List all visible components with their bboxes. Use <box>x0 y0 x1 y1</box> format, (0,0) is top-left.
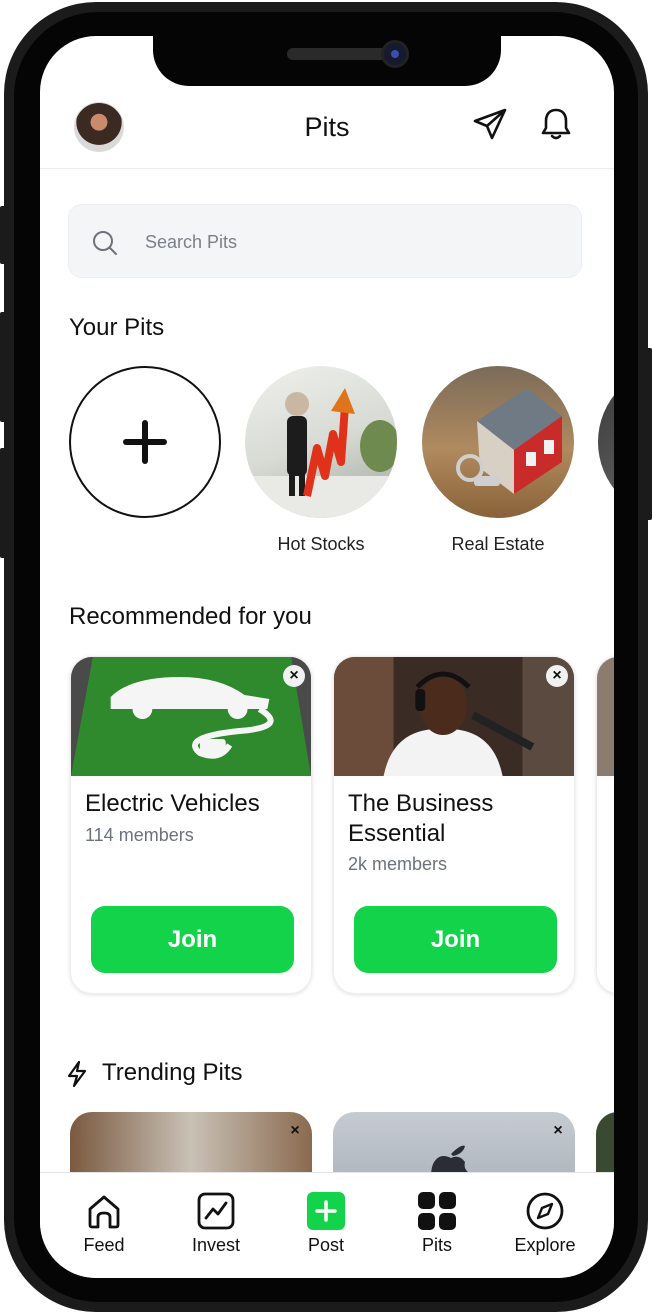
page-title: Pits <box>304 112 350 142</box>
pit-hot-stocks[interactable] <box>245 366 397 518</box>
front-camera <box>381 40 409 68</box>
real-estate-image <box>456 388 562 494</box>
pit-partial[interactable] <box>598 366 614 518</box>
plus-icon <box>123 420 167 464</box>
nav-invest[interactable]: Invest <box>171 1191 261 1256</box>
recommended-title: Recommended for you <box>69 603 312 630</box>
podcast-image <box>334 657 574 776</box>
pit-label-hot-stocks: Hot Stocks <box>277 534 365 554</box>
power-button <box>646 348 652 520</box>
trending-title: Trending Pits <box>102 1059 243 1086</box>
search-placeholder: Search Pits <box>145 232 238 252</box>
nav-explore[interactable]: Explore <box>500 1191 590 1256</box>
card-title: Electric Vehicles <box>85 790 260 817</box>
plus-square-icon <box>307 1192 345 1230</box>
close-icon[interactable]: × <box>547 1120 569 1142</box>
close-icon[interactable]: × <box>283 665 305 687</box>
search-icon <box>93 231 117 255</box>
close-icon[interactable]: × <box>284 1120 306 1142</box>
speaker <box>287 48 393 60</box>
card-image <box>597 657 614 776</box>
pit-real-estate[interactable] <box>422 366 574 518</box>
card-title: The Business Essential <box>348 790 494 847</box>
nav-label: Invest <box>191 1235 241 1255</box>
nav-label: Feed <box>83 1235 125 1255</box>
send-icon[interactable] <box>472 106 508 142</box>
volume-up-button <box>0 312 6 422</box>
recommended-card[interactable]: × The Business Essential 2k members Join <box>333 656 575 994</box>
compass-icon <box>526 1192 564 1230</box>
grid-icon <box>418 1192 456 1230</box>
nav-pits[interactable]: Pits <box>392 1191 482 1256</box>
app-screen: Pits Search Pits Your Pits Hot Stocks Re… <box>40 36 614 1278</box>
bottom-nav: Feed Invest Post Pits Explore <box>40 1172 614 1278</box>
nav-post[interactable]: Post <box>281 1191 371 1256</box>
ev-parking-image <box>71 657 311 776</box>
lightning-icon <box>67 1060 87 1088</box>
search-input[interactable]: Search Pits <box>68 204 582 278</box>
nav-feed[interactable]: Feed <box>59 1191 149 1256</box>
chart-icon <box>197 1192 235 1230</box>
nav-label: Pits <box>421 1235 452 1255</box>
close-icon[interactable]: × <box>546 665 568 687</box>
recommended-card[interactable]: × Electric Vehicles 114 members Join <box>70 656 312 994</box>
join-button[interactable]: Join <box>91 906 294 973</box>
your-pits-title: Your Pits <box>69 314 165 341</box>
hot-stocks-image <box>245 388 397 518</box>
recommended-card-partial[interactable] <box>596 656 614 994</box>
create-pit-button[interactable] <box>69 366 221 518</box>
nav-label: Explore <box>514 1235 576 1255</box>
nav-label: Post <box>307 1235 345 1255</box>
card-members: 2k members <box>348 854 448 874</box>
card-members: 114 members <box>85 825 194 845</box>
bell-icon[interactable] <box>538 106 574 142</box>
join-button[interactable]: Join <box>354 906 557 973</box>
notch <box>153 36 501 86</box>
top-bar: Pits <box>40 94 614 169</box>
pit-label-real-estate: Real Estate <box>451 534 545 554</box>
home-icon <box>88 1195 120 1229</box>
volume-down-button <box>0 448 6 558</box>
mute-switch <box>0 206 6 264</box>
